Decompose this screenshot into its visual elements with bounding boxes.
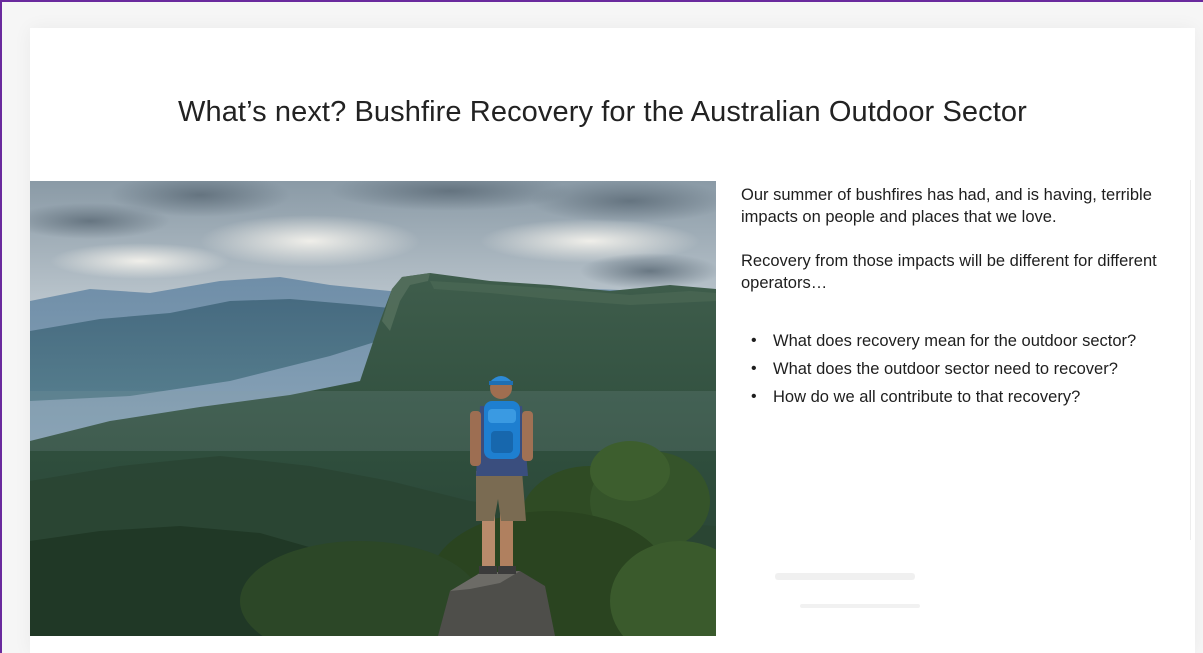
list-item-text: What does recovery mean for the outdoor …: [773, 332, 1137, 350]
list-item-text: How do we all contribute to that recover…: [773, 388, 1081, 406]
bullet-icon: •: [751, 332, 757, 349]
faded-caption-mark: [800, 604, 920, 608]
slide-title: What’s next? Bushfire Recovery for the A…: [178, 96, 1027, 128]
slide-edge-divider: [1190, 180, 1191, 540]
faded-caption-mark: [775, 573, 915, 580]
intro-paragraph: Our summer of bushfires has had, and is …: [741, 186, 1152, 226]
list-item: • What does the outdoor sector need to r…: [741, 358, 1181, 380]
bullet-icon: •: [751, 388, 757, 405]
bullet-icon: •: [751, 360, 757, 377]
question-list: • What does recovery mean for the outdoo…: [741, 330, 1181, 408]
recovery-paragraph: Recovery from those impacts will be diff…: [741, 252, 1157, 292]
list-item: • How do we all contribute to that recov…: [741, 386, 1181, 408]
hiker-mountain-photo: [30, 181, 716, 636]
list-item: • What does recovery mean for the outdoo…: [741, 330, 1181, 352]
slide-body: Our summer of bushfires has had, and is …: [741, 184, 1181, 414]
list-item-text: What does the outdoor sector need to rec…: [773, 360, 1118, 378]
